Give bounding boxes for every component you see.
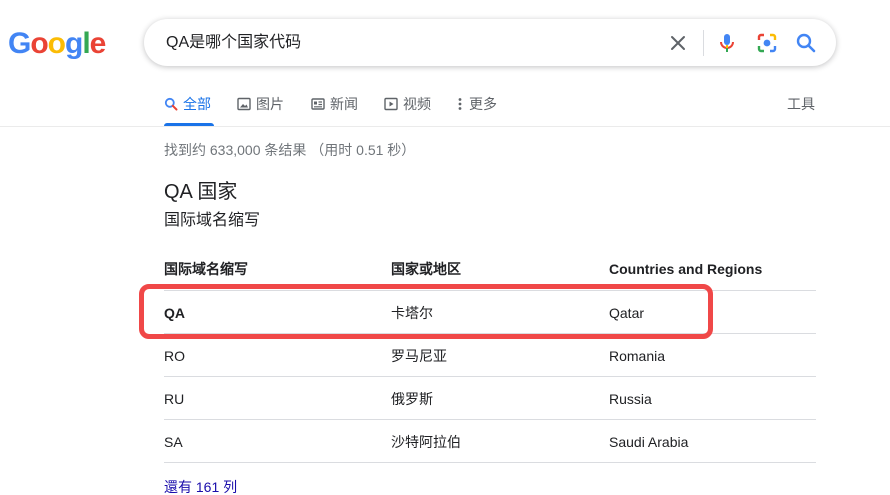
microphone-icon[interactable] (715, 31, 739, 55)
search-box[interactable]: QA是哪个国家代码 (144, 19, 836, 66)
table-header-cell: 国际域名缩写 (164, 261, 248, 277)
google-logo[interactable]: Google (8, 26, 107, 62)
table-cell: Saudi Arabia (609, 434, 689, 450)
table-cell: SA (164, 434, 183, 450)
tab-news[interactable]: 新闻 (311, 94, 358, 114)
table-row: RO 罗马尼亚 Romania (164, 334, 816, 377)
image-icon (237, 97, 251, 111)
more-vert-icon (458, 98, 462, 110)
tab-label: 图片 (256, 96, 284, 112)
tab-more[interactable]: 更多 (456, 94, 497, 114)
country-code-table: 国际域名缩写 国家或地区 Countries and Regions QA 卡塔… (164, 248, 816, 463)
table-cell: 俄罗斯 (391, 391, 433, 407)
tab-label: 视频 (403, 96, 431, 112)
camera-search-icon[interactable] (755, 31, 779, 55)
news-icon (311, 98, 325, 110)
tab-images[interactable]: 图片 (237, 94, 284, 114)
table-cell: RO (164, 348, 185, 364)
highlight-box (139, 284, 713, 339)
logo-letter: o (47, 27, 66, 60)
tabs-divider (0, 126, 890, 127)
clear-icon[interactable] (666, 31, 690, 55)
more-rows-link[interactable]: 還有 161 列 (164, 477, 237, 495)
tab-videos[interactable]: 视频 (384, 94, 431, 114)
logo-letter: o (30, 27, 48, 60)
table-cell: RU (164, 391, 185, 407)
tab-label: 全部 (183, 96, 211, 112)
tab-label: 更多 (469, 96, 497, 112)
answer-subtitle: 国际域名缩写 (164, 212, 261, 229)
tab-label: 新闻 (330, 96, 358, 112)
logo-letter: l (82, 27, 90, 60)
logo-letter: e (89, 27, 107, 60)
logo-letter: G (8, 27, 31, 60)
logo-letter: g (65, 27, 83, 60)
table-cell: 沙特阿拉伯 (391, 434, 461, 450)
video-icon (384, 97, 398, 111)
answer-title: QA 国家 (164, 181, 238, 203)
search-tabs: 全部 图片 新闻 视频 更多 (164, 92, 824, 126)
tools-button[interactable]: 工具 (787, 94, 815, 114)
table-header-cell: Countries and Regions (609, 261, 763, 277)
tab-all[interactable]: 全部 (164, 94, 211, 114)
table-cell: 罗马尼亚 (391, 348, 447, 364)
search-input[interactable]: QA是哪个国家代码 (166, 33, 301, 53)
table-cell: Russia (609, 391, 652, 407)
table-header-cell: 国家或地区 (391, 261, 461, 277)
table-row: RU 俄罗斯 Russia (164, 377, 816, 420)
search-icon (164, 97, 178, 111)
search-divider (703, 30, 704, 56)
table-row: SA 沙特阿拉伯 Saudi Arabia (164, 420, 816, 463)
table-cell: Romania (609, 348, 666, 364)
search-icon[interactable] (794, 31, 818, 55)
result-stats: 找到约 633,000 条结果 （用时 0.51 秒） (164, 142, 416, 158)
